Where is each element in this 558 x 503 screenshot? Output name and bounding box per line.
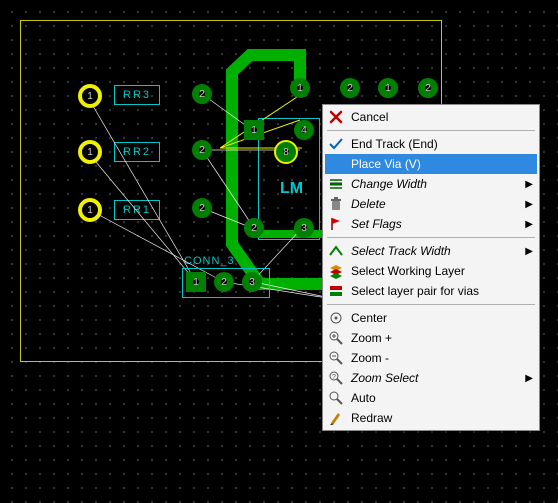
check-icon xyxy=(327,135,345,153)
menu-set-flags[interactable]: Set Flags ▶ xyxy=(325,214,537,234)
pad-ic-1[interactable]: 1 xyxy=(244,120,264,140)
separator xyxy=(327,130,535,131)
menu-auto[interactable]: Auto xyxy=(325,388,537,408)
pad-rr2-2[interactable]: 2 xyxy=(192,140,212,160)
blank-icon xyxy=(327,155,345,173)
pad-ic-8[interactable]: 8 xyxy=(274,140,298,164)
cancel-icon xyxy=(327,108,345,126)
menu-select-working-layer[interactable]: Select Working Layer xyxy=(325,261,537,281)
menu-label: Select Track Width xyxy=(351,244,525,258)
layer-pair-icon xyxy=(327,282,345,300)
submenu-arrow-icon: ▶ xyxy=(525,179,533,190)
pad-ic-4[interactable]: 4 xyxy=(294,120,314,140)
pad-ic-3[interactable]: 3 xyxy=(294,218,314,238)
menu-label: Zoom + xyxy=(351,331,533,345)
menu-label: Set Flags xyxy=(351,217,525,231)
pad-c2-2[interactable]: 2 xyxy=(418,78,438,98)
pad-c1-2[interactable]: 2 xyxy=(340,78,360,98)
menu-label: Zoom - xyxy=(351,351,533,365)
menu-label: End Track (End) xyxy=(351,137,533,151)
pad-rr1-2[interactable]: 2 xyxy=(192,198,212,218)
pad-rr1-1[interactable]: 1 xyxy=(78,198,102,222)
width-icon xyxy=(327,175,345,193)
menu-change-width[interactable]: Change Width ▶ xyxy=(325,174,537,194)
menu-place-via[interactable]: Place Via (V) xyxy=(325,154,537,174)
submenu-arrow-icon: ▶ xyxy=(525,219,533,230)
menu-label: Place Via (V) xyxy=(351,157,533,171)
submenu-arrow-icon: ▶ xyxy=(525,199,533,210)
menu-label: Change Width xyxy=(351,177,525,191)
menu-label: Select layer pair for vias xyxy=(351,284,533,298)
context-menu: Cancel End Track (End) Place Via (V) Cha… xyxy=(322,104,540,431)
flag-icon xyxy=(327,215,345,233)
menu-cancel[interactable]: Cancel xyxy=(325,107,537,127)
track-width-icon xyxy=(327,242,345,260)
menu-center[interactable]: Center xyxy=(325,308,537,328)
pad-c2-1[interactable]: 1 xyxy=(378,78,398,98)
center-icon xyxy=(327,309,345,327)
layers-icon xyxy=(327,262,345,280)
menu-label: Auto xyxy=(351,391,533,405)
submenu-arrow-icon: ▶ xyxy=(525,246,533,257)
menu-end-track[interactable]: End Track (End) xyxy=(325,134,537,154)
menu-label: Delete xyxy=(351,197,525,211)
pad-rr2-1[interactable]: 1 xyxy=(78,140,102,164)
zoom-in-icon xyxy=(327,329,345,347)
menu-select-layer-pair[interactable]: Select layer pair for vias xyxy=(325,281,537,301)
trash-icon xyxy=(327,195,345,213)
redraw-icon xyxy=(327,409,345,427)
menu-label: Center xyxy=(351,311,533,325)
auto-icon xyxy=(327,389,345,407)
menu-label: Select Working Layer xyxy=(351,264,533,278)
pad-c1-1[interactable]: 1 xyxy=(290,78,310,98)
menu-label: Redraw xyxy=(351,411,533,425)
menu-label: Zoom Select xyxy=(351,371,525,385)
menu-redraw[interactable]: Redraw xyxy=(325,408,537,428)
menu-delete[interactable]: Delete ▶ xyxy=(325,194,537,214)
pad-rr3-2[interactable]: 2 xyxy=(192,84,212,104)
menu-select-track-width[interactable]: Select Track Width ▶ xyxy=(325,241,537,261)
pad-rr3-1[interactable]: 1 xyxy=(78,84,102,108)
zoom-out-icon xyxy=(327,349,345,367)
silk-conn xyxy=(182,268,270,298)
menu-zoom-out[interactable]: Zoom - xyxy=(325,348,537,368)
menu-label: Cancel xyxy=(351,110,533,124)
menu-zoom-in[interactable]: Zoom + xyxy=(325,328,537,348)
pad-ic-2[interactable]: 2 xyxy=(244,218,264,238)
svg-text:?: ? xyxy=(332,374,336,381)
separator xyxy=(327,304,535,305)
submenu-arrow-icon: ▶ xyxy=(525,373,533,384)
zoom-select-icon: ? xyxy=(327,369,345,387)
separator xyxy=(327,237,535,238)
menu-zoom-select[interactable]: ? Zoom Select ▶ xyxy=(325,368,537,388)
